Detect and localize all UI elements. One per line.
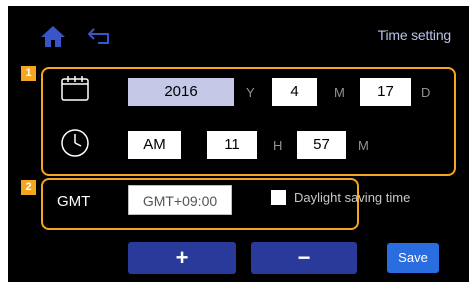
hour-unit-label: H: [273, 138, 283, 153]
home-icon[interactable]: [39, 24, 67, 48]
am-pm-field[interactable]: AM: [128, 131, 181, 159]
hour-field[interactable]: 11: [207, 131, 257, 159]
daylight-saving-label: Daylight saving time: [294, 190, 411, 205]
gmt-offset-field[interactable]: GMT+09:00: [128, 185, 232, 215]
minute-unit-label: M: [358, 138, 369, 153]
back-arrow-icon[interactable]: [86, 26, 116, 46]
day-unit-label: D: [421, 85, 431, 100]
increment-button[interactable]: +: [128, 242, 236, 274]
day-field[interactable]: 17: [360, 78, 411, 106]
callout-badge-2: 2: [21, 180, 36, 195]
minute-field[interactable]: 57: [297, 131, 346, 159]
year-unit-label: Y: [246, 85, 255, 100]
daylight-saving-checkbox[interactable]: [271, 190, 286, 205]
month-unit-label: M: [334, 85, 345, 100]
save-button[interactable]: Save: [387, 243, 439, 273]
gmt-label: GMT: [57, 193, 91, 210]
time-setting-screen: Time setting 1 2 2016 Y 4 M 17 D AM 11 H…: [8, 6, 469, 282]
page-title: Time setting: [377, 27, 452, 43]
calendar-icon: [60, 74, 90, 102]
callout-badge-1: 1: [21, 66, 36, 81]
month-field[interactable]: 4: [272, 78, 317, 106]
year-field[interactable]: 2016: [128, 78, 234, 106]
clock-icon: [59, 127, 91, 159]
decrement-button[interactable]: −: [251, 242, 357, 274]
